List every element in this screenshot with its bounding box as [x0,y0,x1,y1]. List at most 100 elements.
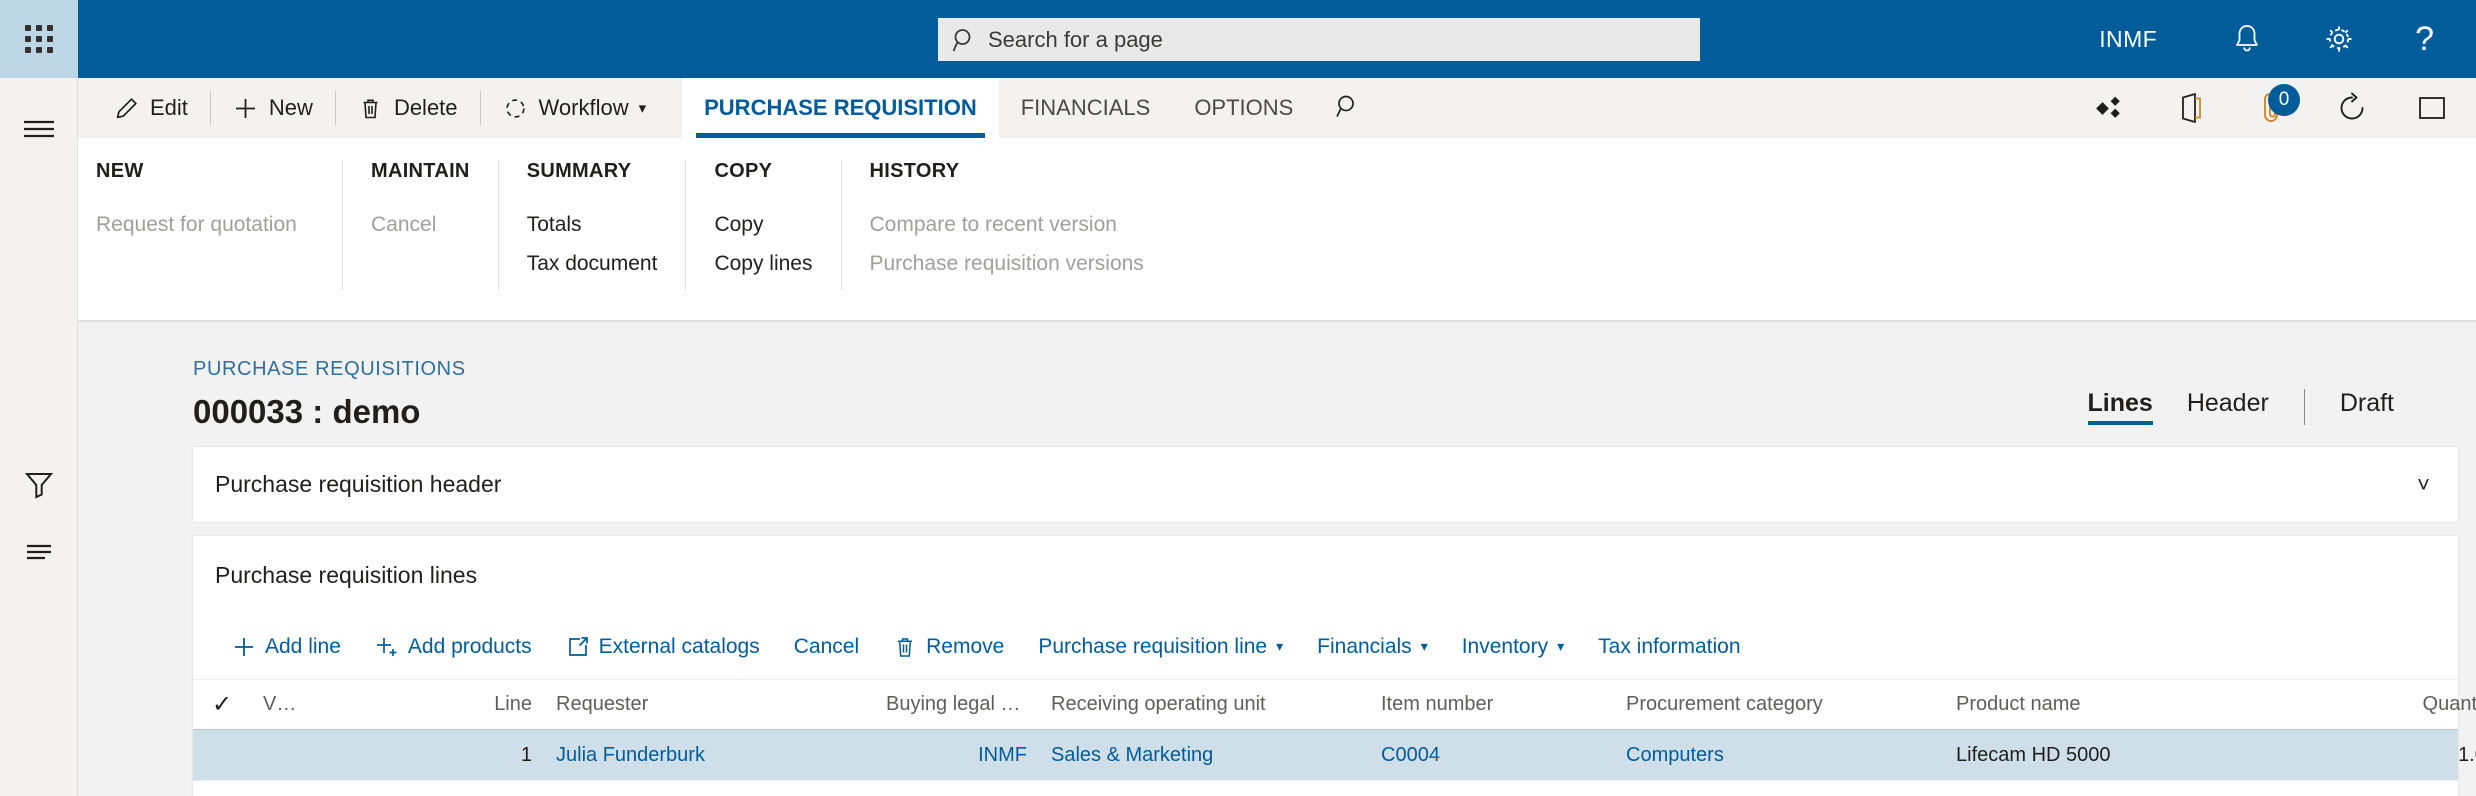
view-tab-lines[interactable]: Lines [2087,389,2154,425]
attachments-paperclip-icon[interactable]: 0 [2246,82,2300,134]
plus-icon [232,635,256,659]
inventory-label: Inventory [1461,634,1549,658]
trash-icon [358,96,383,121]
action-pane-search-button[interactable] [1315,78,1381,138]
cancel-line-label: Cancel [793,634,860,658]
financials-label: Financials [1317,634,1412,658]
financials-menu[interactable]: Financials ▾ [1300,635,1445,659]
menu-item-compare-to-recent-version: Compare to recent version [869,213,1117,236]
chevron-down-icon: ▾ [1276,638,1284,654]
chevron-down-icon[interactable]: ˅ [2417,473,2430,496]
menu-item-copy[interactable]: Copy [714,205,812,244]
cell-quantity[interactable]: 1.00 [2349,744,2476,767]
column-header-requester[interactable]: Requester [544,693,874,716]
cell-receiving-operating-unit[interactable]: Sales & Marketing [1039,744,1369,767]
inventory-menu[interactable]: Inventory ▾ [1445,635,1581,659]
workflow-circle-icon [503,96,528,121]
workflow-button[interactable]: Workflow ▾ [485,85,665,131]
column-header-procurement-category[interactable]: Procurement category [1614,693,1944,716]
table-row[interactable]: 1 Julia Funderburk INMF Sales & Marketin… [193,730,2476,780]
tab-options[interactable]: OPTIONS [1172,78,1315,138]
chevron-down-icon: ▾ [1557,638,1565,654]
help-question-icon[interactable]: ? [2415,22,2434,56]
delete-button[interactable]: Delete [340,85,476,131]
cell-requester[interactable]: Julia Funderburk [544,744,874,767]
action-pane-toolbar: Edit New Delete Workflow ▾ PURCHASE REQU… [78,78,2476,138]
remove-line-label: Remove [926,634,1005,658]
filter-funnel-icon[interactable] [0,453,78,515]
view-tab-header[interactable]: Header [2187,389,2269,425]
select-all-checkbox[interactable]: ✓ [193,693,251,717]
column-header-quantity[interactable]: Quantity [2349,693,2476,716]
view-tab-separator [2303,389,2305,425]
edit-button[interactable]: Edit [96,85,206,131]
action-pane: Edit New Delete Workflow ▾ PURCHASE REQU… [78,78,2476,322]
notifications-bell-icon[interactable] [2224,16,2270,62]
tab-purchase-requisition[interactable]: PURCHASE REQUISITION [682,78,999,138]
external-catalogs-button[interactable]: External catalogs [549,635,777,659]
menu-group-summary: SUMMARY Totals Tax document [499,160,687,290]
content-area: PURCHASE REQUISITIONS 000033 : demo Line… [78,322,2476,796]
personalize-panel-icon[interactable] [2406,82,2458,134]
column-header-product-name[interactable]: Product name [1944,693,2349,716]
new-button[interactable]: New [215,85,331,131]
list-lines-icon[interactable] [0,520,78,582]
fasttab-purchase-requisition-header[interactable]: Purchase requisition header ˅ [193,447,2458,522]
add-products-icon [375,635,399,659]
grid-empty-row [193,780,2458,796]
delete-button-label: Delete [393,95,458,120]
fasttab-lines-title: Purchase requisition lines [215,561,478,588]
nav-right-cluster: INMF ? [2099,0,2476,78]
column-header-item-number[interactable]: Item number [1369,693,1614,716]
breadcrumb[interactable]: PURCHASE REQUISITIONS [193,358,2071,381]
cancel-line-button[interactable]: Cancel [777,635,876,659]
chevron-down-icon: ▾ [1420,638,1428,654]
action-pane-menu-panel: NEW Request for quotation MAINTAIN Cance… [78,138,2476,321]
purchase-requisition-lines-card: Purchase requisition lines Add line Add … [193,536,2476,796]
cell-procurement-category[interactable]: Computers [1614,744,1944,767]
menu-item-tax-document[interactable]: Tax document [527,244,658,283]
menu-item-totals[interactable]: Totals [527,205,658,244]
action-pane-right-icons: 0 [2072,78,2476,138]
cell-product-name[interactable]: Lifecam HD 5000 [1944,744,2349,767]
purchase-requisition-line-label: Purchase requisition line [1038,634,1268,658]
column-header-buying-legal-entity[interactable]: Buying legal ent… [874,693,1039,716]
remove-line-button[interactable]: Remove [876,635,1021,659]
company-selector[interactable]: INMF [2099,26,2157,53]
tax-information-button[interactable]: Tax information [1581,635,1757,659]
menu-item-copy-lines[interactable]: Copy lines [714,244,812,283]
global-search-placeholder: Search for a page [988,26,1163,52]
navigation-menu-icon[interactable] [0,98,78,160]
column-header-v[interactable]: V… [251,693,399,716]
settings-gear-icon[interactable] [2316,16,2362,62]
purchase-requisition-line-menu[interactable]: Purchase requisition line ▾ [1021,635,1300,659]
menu-group-copy: COPY Copy Copy lines [686,160,842,290]
menu-group-new: NEW Request for quotation [78,160,343,290]
office-app-icon[interactable] [2166,82,2218,134]
add-line-button[interactable]: Add line [215,635,358,659]
cell-item-number[interactable]: C0004 [1369,744,1614,767]
fasttab-purchase-requisition-lines[interactable]: Purchase requisition lines [193,536,2458,614]
new-button-label: New [268,95,313,120]
cell-buying-legal-entity[interactable]: INMF [874,744,1039,767]
app-launcher-button[interactable] [0,0,78,78]
refresh-icon[interactable] [2326,82,2378,134]
menu-item-purchase-requisition-versions: Purchase requisition versions [869,252,1144,275]
waffle-grid-icon [25,25,53,53]
lines-toolbar: Add line Add products External catalogs … [193,614,2458,680]
edit-button-label: Edit [150,95,188,120]
relate-diamond-icon[interactable] [2086,82,2138,134]
column-header-line[interactable]: Line [399,693,544,716]
main-column: Edit New Delete Workflow ▾ PURCHASE REQU… [78,78,2476,796]
search-icon [1335,93,1361,124]
menu-group-summary-title: SUMMARY [526,160,632,182]
cell-line[interactable]: 1 [399,744,544,767]
column-header-receiving-operating-unit[interactable]: Receiving operating unit [1039,693,1369,716]
global-search-box[interactable]: Search for a page [938,18,1700,61]
checkmark-icon: ✓ [211,692,233,717]
menu-group-history-title: HISTORY [869,160,960,182]
status-badge: Draft [2339,389,2394,417]
tab-financials[interactable]: FINANCIALS [999,78,1173,138]
plus-icon [233,96,258,121]
add-products-button[interactable]: Add products [358,635,549,659]
